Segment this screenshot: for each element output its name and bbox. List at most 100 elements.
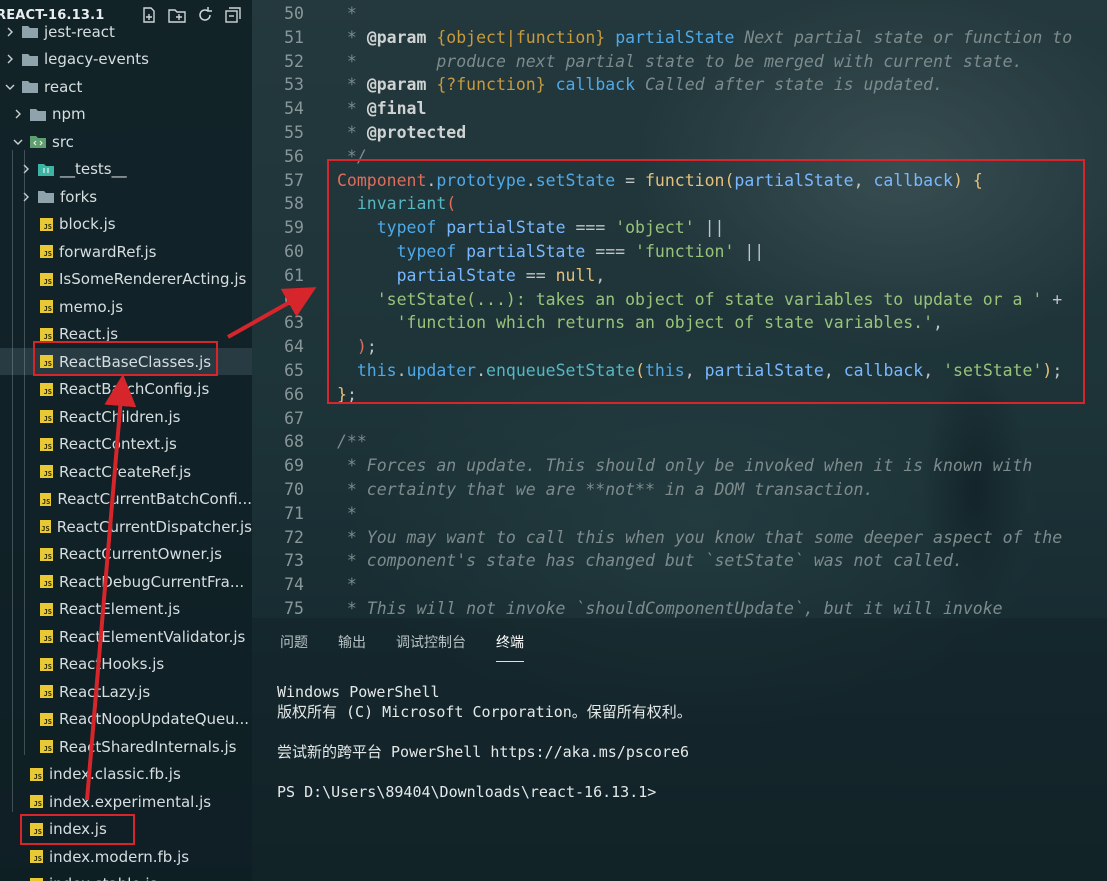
code-line: 69 * Forces an update. This should only … xyxy=(252,454,1107,478)
folder-icon xyxy=(32,190,54,203)
folder-item[interactable]: __tests__ xyxy=(0,156,252,183)
code-line: 53 * @param {?function} callback Called … xyxy=(252,73,1107,97)
code-text: /** xyxy=(337,432,367,452)
js-file-icon: JS xyxy=(40,685,53,698)
tree-item-label: __tests__ xyxy=(60,160,127,178)
file-item[interactable]: JS ReactLazy.js xyxy=(0,678,252,705)
tree-item-label: forwardRef.js xyxy=(59,242,157,261)
highlight-box-setstate-code xyxy=(327,159,1085,404)
line-number: 52 xyxy=(284,51,304,71)
file-item[interactable]: JS ReactCurrentOwner.js xyxy=(0,541,252,568)
file-item[interactable]: JS index.stable.js xyxy=(0,871,252,881)
file-item[interactable]: JS ReactNoopUpdateQueu... xyxy=(0,706,252,733)
code-line: 73 * component's state has changed but `… xyxy=(252,549,1107,573)
tree-item-label: legacy-events xyxy=(44,50,149,68)
file-item[interactable]: JS ReactCreateRef.js xyxy=(0,458,252,485)
tree-item-label: ReactNoopUpdateQueu... xyxy=(59,710,250,728)
file-item[interactable]: JS block.js xyxy=(0,211,252,238)
code-text: * produce next partial state to be merge… xyxy=(337,51,1023,71)
tree-item-label: ReactContext.js xyxy=(59,435,177,453)
line-number: 55 xyxy=(284,123,304,142)
tree-item-label: react xyxy=(44,77,83,96)
js-file-icon: JS xyxy=(40,520,51,533)
code-line: 68 /** xyxy=(252,430,1107,454)
code-text: * @param {?function} callback Called aft… xyxy=(337,75,944,95)
js-file-icon: JS xyxy=(40,300,53,313)
folder-icon xyxy=(24,108,46,121)
file-item[interactable]: JS ReactCurrentDispatcher.js xyxy=(0,513,252,540)
code-text: * @param {object|function} partialState … xyxy=(337,27,1073,47)
terminal-line: 尝试新的跨平台 PowerShell https://aka.ms/pscore… xyxy=(277,743,690,761)
tree-item-label: ReactLazy.js xyxy=(59,682,151,701)
file-item[interactable]: JS ReactElement.js xyxy=(0,596,252,623)
js-file-icon: JS xyxy=(40,657,53,671)
folder-icon xyxy=(16,25,38,38)
js-file-icon: JS xyxy=(30,850,43,863)
tree-item-label: ReactElement.js xyxy=(59,600,181,618)
highlight-box-reactbaseclasses xyxy=(33,341,218,376)
folder-item[interactable]: npm xyxy=(0,101,252,128)
line-number: 73 xyxy=(284,551,304,571)
tree-item-label: ReactCurrentOwner.js xyxy=(59,545,222,563)
file-item[interactable]: JS ReactDebugCurrentFra... xyxy=(0,568,252,595)
indent-guide xyxy=(24,150,25,755)
line-number: 60 xyxy=(284,242,304,261)
folder-item[interactable]: react xyxy=(0,73,252,100)
js-file-icon: JS xyxy=(40,272,53,286)
tree-item-label: npm xyxy=(52,105,86,123)
tree-item-label: ReactChildren.js xyxy=(59,407,181,426)
folder-item[interactable]: legacy-events xyxy=(0,46,252,73)
tab-problems[interactable]: 问题 xyxy=(280,632,308,662)
tree-item-label: index.modern.fb.js xyxy=(49,847,190,866)
file-item[interactable]: JS IsSomeRendererActing.js xyxy=(0,266,252,293)
tree-item-label: block.js xyxy=(59,215,116,233)
js-file-icon: JS xyxy=(40,465,53,478)
folder-item[interactable]: src xyxy=(0,128,252,155)
terminal-line: Windows PowerShell xyxy=(277,683,440,701)
chevron-right-icon xyxy=(12,108,24,120)
code-text: * xyxy=(337,4,357,23)
file-item[interactable]: JS ReactBatchConfig.js xyxy=(0,376,252,403)
code-line: 70 * certainty that we are **not** in a … xyxy=(252,478,1107,502)
terminal-line: 版权所有 (C) Microsoft Corporation。保留所有权利。 xyxy=(277,703,692,721)
file-item[interactable]: JS ReactElementValidator.js xyxy=(0,623,252,650)
line-number: 72 xyxy=(284,527,304,547)
tab-debug-console[interactable]: 调试控制台 xyxy=(396,632,466,662)
js-file-icon: JS xyxy=(40,575,53,588)
file-explorer: REACT-16.13.1 jest-react legacy-events rea… xyxy=(0,0,252,881)
code-line: 72 * You may want to call this when you … xyxy=(252,526,1107,550)
folder-item[interactable]: jest-react xyxy=(0,18,252,45)
line-number: 64 xyxy=(284,337,304,357)
file-item[interactable]: JS ReactContext.js xyxy=(0,431,252,458)
tree-item-label: memo.js xyxy=(59,297,124,316)
line-number: 71 xyxy=(284,503,304,523)
code-line: 52 * produce next partial state to be me… xyxy=(252,50,1107,74)
folder-item[interactable]: forks xyxy=(0,183,252,210)
file-item[interactable]: JS forwardRef.js xyxy=(0,238,252,265)
code-line: 74 * xyxy=(252,573,1107,597)
code-text: * You may want to call this when you kno… xyxy=(337,527,1063,547)
code-line: 55 * @protected xyxy=(252,121,1107,145)
file-item[interactable]: JS ReactHooks.js xyxy=(0,651,252,678)
file-item[interactable]: JS ReactChildren.js xyxy=(0,403,252,430)
line-number: 69 xyxy=(284,456,304,476)
js-file-icon: JS xyxy=(40,740,53,753)
tab-output[interactable]: 输出 xyxy=(338,632,366,662)
chevron-right-icon xyxy=(20,191,32,203)
file-item[interactable]: JS index.experimental.js xyxy=(0,788,252,815)
line-number: 53 xyxy=(284,75,304,95)
folder-icon xyxy=(24,135,46,148)
file-item[interactable]: JS memo.js xyxy=(0,293,252,320)
tab-terminal[interactable]: 终端 xyxy=(496,632,524,662)
code-text: * certainty that we are **not** in a DOM… xyxy=(337,480,874,499)
file-item[interactable]: JS index.modern.fb.js xyxy=(0,843,252,870)
line-number: 67 xyxy=(284,408,304,428)
file-item[interactable]: JS index.classic.fb.js xyxy=(0,761,252,788)
js-file-icon: JS xyxy=(40,492,52,506)
line-number: 51 xyxy=(284,27,304,47)
file-item[interactable]: JS ReactCurrentBatchConfi... xyxy=(0,486,252,513)
terminal-output[interactable]: Windows PowerShell 版权所有 (C) Microsoft Co… xyxy=(277,682,692,802)
code-line: 67 xyxy=(252,407,1107,431)
file-item[interactable]: JS ReactSharedInternals.js xyxy=(0,733,252,760)
